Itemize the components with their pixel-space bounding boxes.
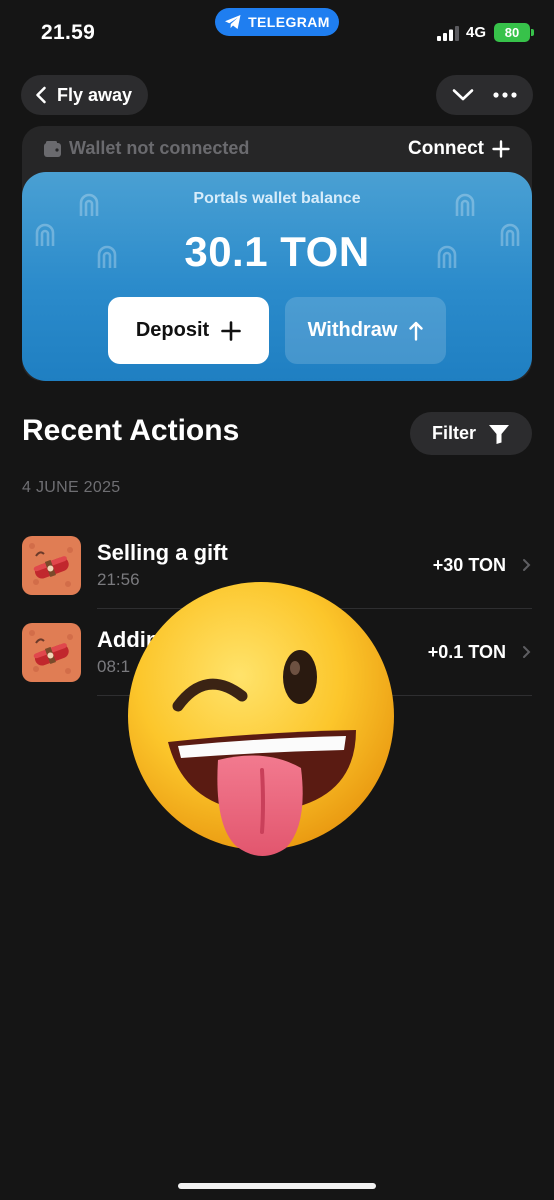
nav-actions	[436, 75, 533, 115]
balance-value: 30.1 TON	[184, 228, 370, 275]
back-label: Fly away	[57, 84, 133, 105]
arrow-up-icon	[409, 321, 424, 341]
plus-icon	[221, 320, 241, 341]
home-indicator[interactable]	[178, 1183, 376, 1189]
status-time: 21.59	[41, 21, 96, 44]
item-amount: +0.1 TON	[427, 642, 506, 662]
status-bar: 21.59 TELEGRAM 4G 80	[0, 0, 554, 66]
deposit-label: Deposit	[135, 319, 210, 341]
back-button[interactable]: Fly away	[21, 75, 148, 115]
chevron-down-icon[interactable]	[452, 88, 474, 102]
wallet-status: Wallet not connected	[43, 138, 249, 159]
telegram-pill[interactable]: TELEGRAM	[215, 8, 339, 36]
chevron-right-icon	[523, 559, 531, 571]
date-group-label: 4 JUNE 2025	[22, 479, 121, 496]
chevron-right-icon	[523, 646, 531, 658]
filter-button[interactable]: Filter	[410, 412, 532, 455]
gift-icon	[29, 630, 73, 674]
network-type: 4G	[466, 24, 487, 41]
wallet-status-text: Wallet not connected	[69, 138, 250, 158]
battery-icon: 80	[494, 23, 534, 42]
chevron-left-icon	[36, 86, 46, 104]
telegram-icon	[225, 15, 241, 29]
more-icon[interactable]	[493, 92, 517, 98]
withdraw-button[interactable]: Withdraw	[285, 297, 446, 364]
item-title: Selling a gift	[97, 540, 228, 565]
signal-icon	[437, 26, 459, 41]
plus-icon	[492, 140, 510, 158]
balance-label: Portals wallet balance	[193, 190, 361, 207]
deposit-button[interactable]: Deposit	[108, 297, 269, 364]
winking-tongue-emoji-sticker	[128, 582, 394, 857]
section-title: Recent Actions	[22, 414, 240, 447]
wallet-card: Wallet not connected Connect Portals wal…	[22, 126, 532, 381]
wallet-icon	[44, 140, 61, 157]
filter-icon	[489, 424, 509, 444]
connect-button[interactable]: Connect	[408, 138, 510, 160]
item-amount: +30 TON	[432, 555, 506, 575]
balance-panel: Portals wallet balance 30.1 TON Deposit …	[22, 172, 532, 381]
gift-thumbnail	[22, 623, 81, 682]
battery-level: 80	[504, 25, 520, 40]
connect-label: Connect	[408, 138, 484, 159]
telegram-label: TELEGRAM	[248, 14, 330, 30]
filter-label: Filter	[431, 423, 476, 443]
gift-icon	[29, 543, 73, 587]
withdraw-label: Withdraw	[307, 319, 398, 341]
gift-thumbnail	[22, 536, 81, 595]
